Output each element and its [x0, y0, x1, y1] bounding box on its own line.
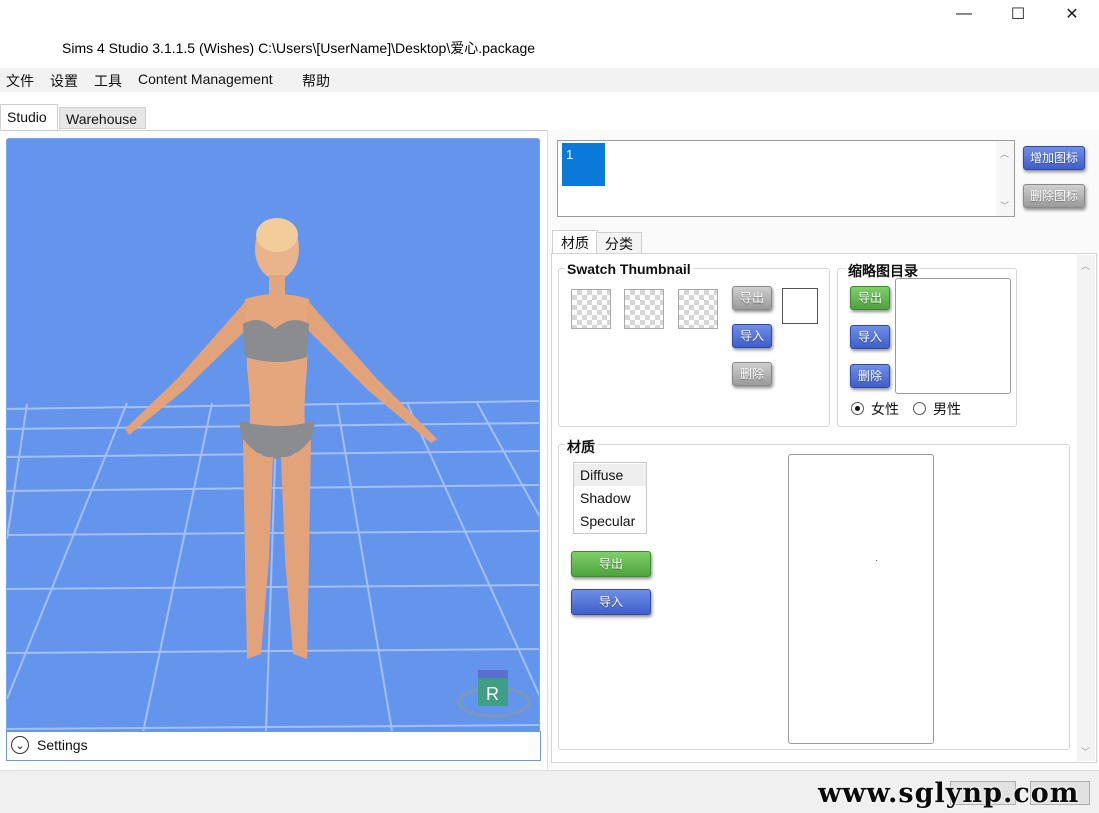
site-watermark: www.sglynp.com — [818, 778, 1080, 809]
close-icon[interactable]: ✕ — [1049, 0, 1095, 28]
material-group: 材质 Diffuse Shadow Specular 导出 导入 · — [558, 437, 1070, 750]
thumbnail-slot-1[interactable] — [571, 289, 611, 329]
viewport-scene: R — [7, 218, 539, 759]
3d-viewport[interactable]: R — [6, 138, 540, 760]
maximize-icon[interactable]: ☐ — [995, 0, 1041, 28]
swatch-list[interactable]: 1 ︿ ﹀ — [557, 140, 1015, 217]
thumbnail-export-button[interactable]: 导出 — [732, 286, 772, 310]
menu-tools[interactable]: 工具 — [94, 71, 122, 91]
delete-swatch-button[interactable]: 删除图标 — [1023, 184, 1085, 208]
material-item-shadow[interactable]: Shadow — [574, 487, 646, 509]
tab-material[interactable]: 材质 — [552, 230, 598, 254]
scroll-up-icon[interactable]: ︿ — [1000, 147, 1009, 160]
material-export-button[interactable]: 导出 — [571, 551, 651, 577]
thumbnail-slot-2[interactable] — [624, 289, 664, 329]
thumbnail-import-button[interactable]: 导入 — [732, 324, 772, 348]
scroll-up-icon[interactable]: ︿ — [1081, 259, 1090, 272]
tab-studio[interactable]: Studio — [0, 104, 58, 130]
material-import-button[interactable]: 导入 — [571, 589, 651, 615]
add-swatch-button[interactable]: 增加图标 — [1023, 146, 1085, 170]
thumbnail-catalog-group: 缩略图目录 导出 导入 删除 女性 男性 — [837, 261, 1017, 427]
window-title: Sims 4 Studio 3.1.1.5 (Wishes) C:\Users\… — [62, 40, 536, 56]
tab-category[interactable]: 分类 — [596, 232, 642, 254]
material-item-diffuse[interactable]: Diffuse — [574, 464, 646, 486]
viewport-settings-bar[interactable]: ⌄ Settings — [6, 731, 541, 761]
swatch-item[interactable]: 1 — [562, 143, 605, 186]
material-title: 材质 — [565, 437, 597, 457]
thumbnail-delete-button[interactable]: 删除 — [732, 362, 772, 386]
swatch-thumbnail-group: Swatch Thumbnail 导出 导入 删除 — [558, 261, 830, 427]
title-bar: Sims 4 Studio 3.1.1.5 (Wishes) C:\Users\… — [0, 0, 1099, 68]
chevron-down-icon[interactable]: ⌄ — [11, 736, 29, 754]
scroll-down-icon[interactable]: ﹀ — [1000, 199, 1009, 212]
catalog-preview — [895, 278, 1011, 394]
radio-male-label[interactable]: 男性 — [933, 399, 961, 419]
radio-female-label[interactable]: 女性 — [871, 399, 899, 419]
main-tab-strip: Studio Warehouse — [0, 104, 1099, 131]
catalog-import-button[interactable]: 导入 — [850, 325, 890, 349]
swatch-list-scrollbar[interactable]: ︿ ﹀ — [996, 141, 1014, 216]
menu-content-management[interactable]: Content Management — [138, 71, 273, 87]
scroll-down-icon[interactable]: ﹀ — [1081, 745, 1090, 758]
radio-female[interactable] — [851, 402, 864, 415]
minimize-icon[interactable]: — — [941, 0, 987, 28]
material-list[interactable]: Diffuse Shadow Specular — [573, 462, 647, 534]
cube-letter: R — [486, 684, 499, 704]
material-item-specular[interactable]: Specular — [574, 510, 646, 532]
menu-file[interactable]: 文件 — [6, 71, 34, 91]
color-preview-box[interactable] — [782, 288, 818, 324]
catalog-delete-button[interactable]: 删除 — [850, 364, 890, 388]
material-preview: · — [788, 454, 934, 744]
tab-warehouse[interactable]: Warehouse — [59, 107, 146, 129]
material-preview-dot: · — [875, 555, 879, 566]
swatch-thumbnail-title: Swatch Thumbnail — [565, 261, 693, 277]
menu-help[interactable]: 帮助 — [302, 71, 330, 91]
settings-label[interactable]: Settings — [37, 737, 88, 753]
catalog-export-button[interactable]: 导出 — [850, 286, 890, 310]
content-scrollbar[interactable]: ︿ ﹀ — [1077, 255, 1095, 761]
menu-bar: 文件 设置 工具 Content Management 帮助 — [0, 68, 1099, 92]
menu-settings[interactable]: 设置 — [50, 71, 78, 91]
thumbnail-slot-3[interactable] — [678, 289, 718, 329]
radio-male[interactable] — [913, 402, 926, 415]
